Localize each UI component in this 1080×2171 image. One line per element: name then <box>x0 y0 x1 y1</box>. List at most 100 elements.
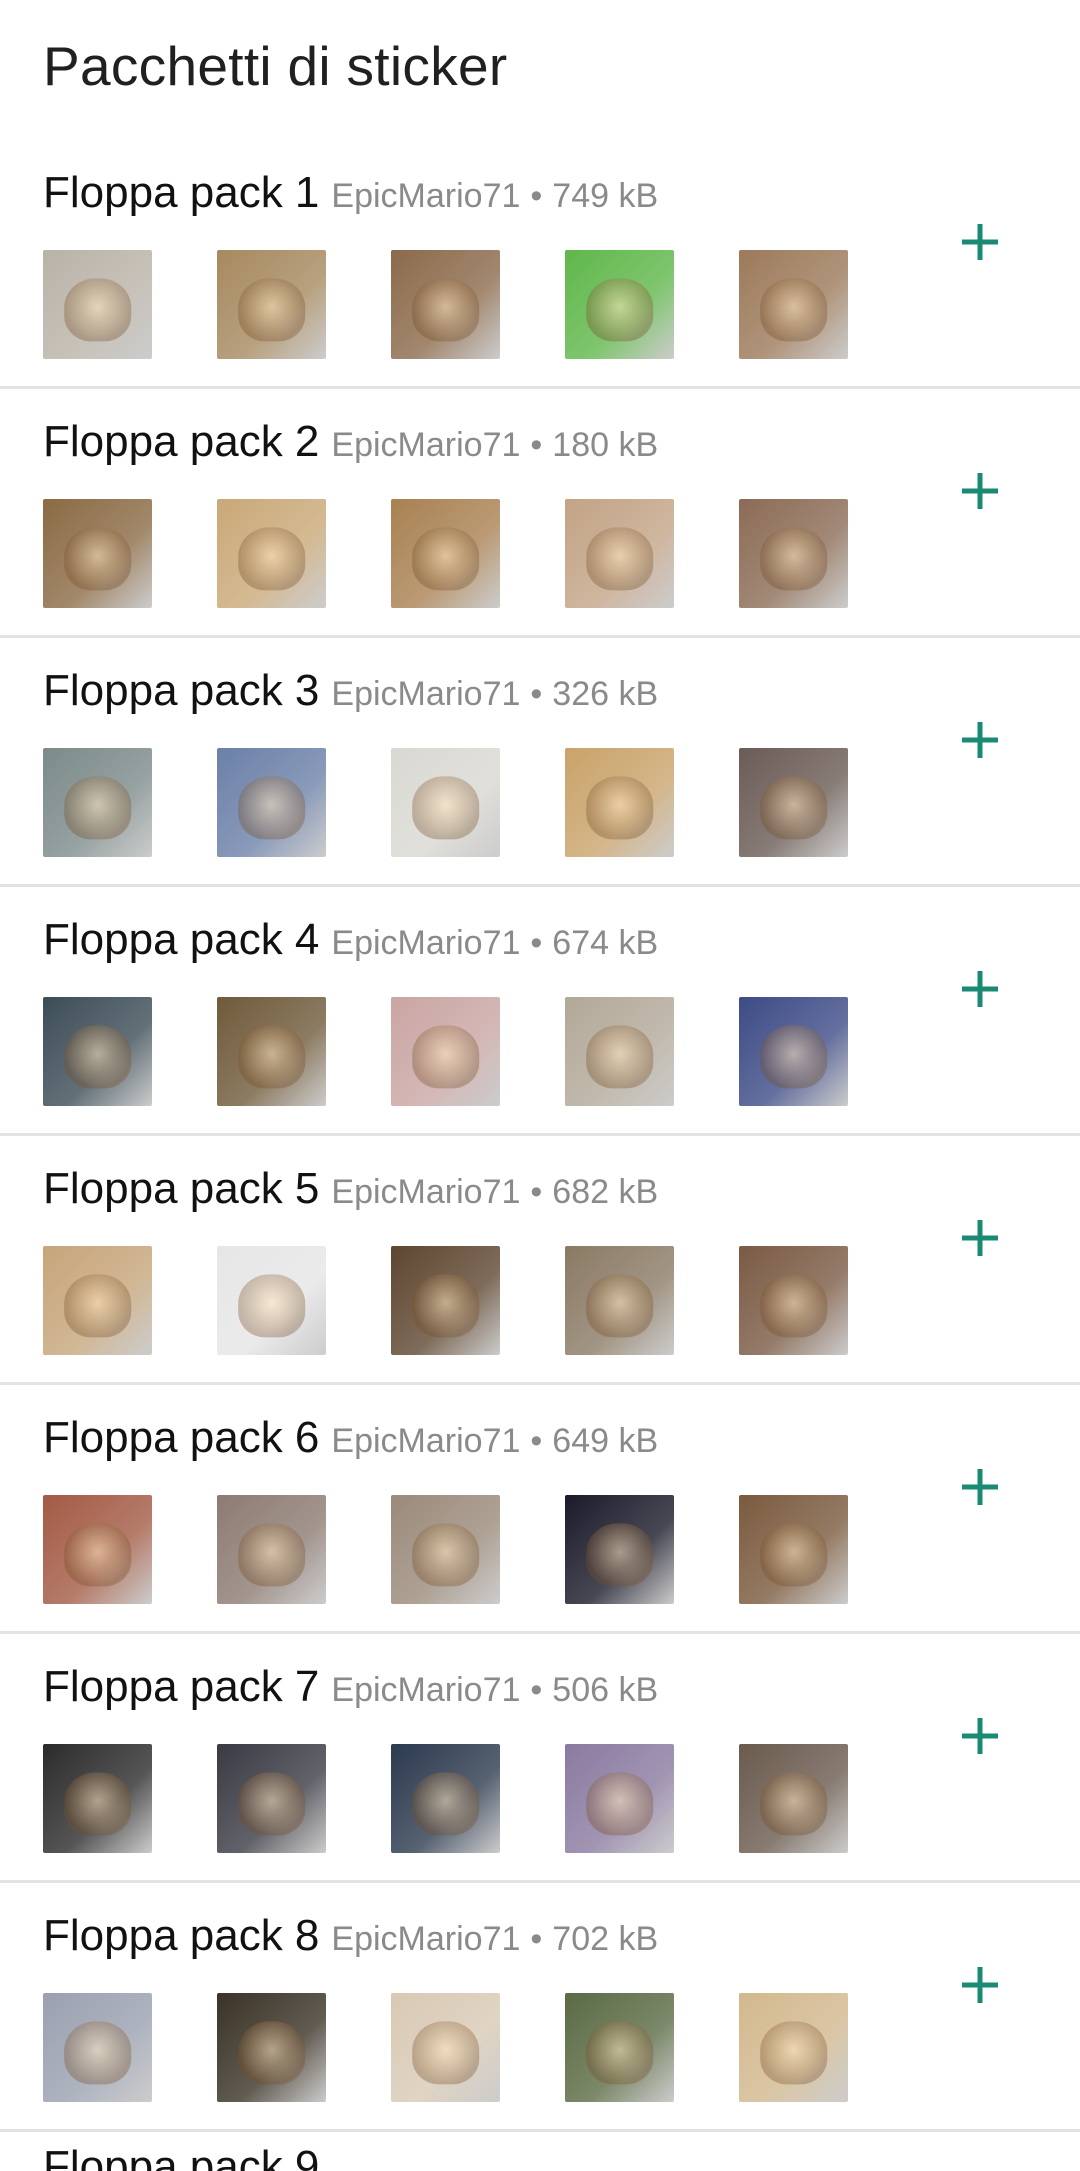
sticker-caracal-blue-wall <box>739 997 848 1106</box>
pack-author: EpicMario71 <box>331 1422 521 1460</box>
pack-size: 749 kB <box>552 177 659 215</box>
pack-author: EpicMario71 <box>331 1671 521 1709</box>
sticker-green-caracal-drawing <box>565 250 674 359</box>
separator-dot: • <box>530 924 543 962</box>
pack-author: EpicMario71 <box>331 1920 521 1958</box>
pack-row[interactable]: Floppa pack 4 EpicMario71 • 674 kB <box>0 887 1080 1136</box>
sticker-caracal-kitten <box>217 1744 326 1853</box>
pack-author: EpicMario71 <box>331 924 521 962</box>
sticker-caracal-face <box>217 250 326 359</box>
sticker-caracal-bottle <box>391 1246 500 1355</box>
pack-row[interactable]: Floppa pack 5 EpicMario71 • 682 kB <box>0 1136 1080 1385</box>
sticker-caracal-blue-bg <box>43 748 152 857</box>
sticker-caracal-face-dark <box>739 1246 848 1355</box>
pack-header: Floppa pack 5 EpicMario71 • 682 kB <box>43 1164 658 1214</box>
sticker-caracal-watermelon <box>217 997 326 1106</box>
sticker-caracal-lap <box>565 1744 674 1853</box>
page-title: Pacchetti di sticker <box>43 35 508 97</box>
sticker-preview-strip <box>43 250 848 359</box>
pack-row-partial[interactable]: Floppa pack 9 <box>0 2132 1080 2171</box>
plus-icon <box>962 722 998 758</box>
sticker-packs-screen: Pacchetti di sticker Floppa pack 1 EpicMa… <box>0 0 1080 2171</box>
sticker-caracal-lying <box>217 499 326 608</box>
pack-size: 506 kB <box>552 1671 659 1709</box>
pack-author: EpicMario71 <box>331 1173 521 1211</box>
plus-icon <box>962 1718 998 1754</box>
pack-meta: EpicMario71 • 326 kB <box>331 675 658 714</box>
pack-header: Floppa pack 8 EpicMario71 • 702 kB <box>43 1911 658 1961</box>
pack-header: Floppa pack 3 EpicMario71 • 326 kB <box>43 666 658 716</box>
pack-meta: EpicMario71 • 674 kB <box>331 924 658 963</box>
pack-row[interactable]: Floppa pack 1 EpicMario71 • 749 kB <box>0 140 1080 389</box>
pack-name: Floppa pack 1 <box>43 168 320 217</box>
plus-icon <box>962 971 998 1007</box>
pack-size: 649 kB <box>552 1422 659 1460</box>
separator-dot: • <box>530 675 543 713</box>
sticker-caracal-meme-awake <box>391 1495 500 1604</box>
pack-author: EpicMario71 <box>331 675 521 713</box>
pack-name: Floppa pack 9 <box>43 2142 320 2171</box>
sticker-caracal-blob <box>391 499 500 608</box>
sticker-caracal-astronaut <box>43 1993 152 2102</box>
pack-name: Floppa pack 5 <box>43 1164 320 1213</box>
pack-name: Floppa pack 3 <box>43 666 320 715</box>
separator-dot: • <box>530 1920 543 1958</box>
sticker-caracal-meme-red <box>43 1495 152 1604</box>
add-pack-button[interactable] <box>950 1955 1010 2015</box>
separator-dot: • <box>530 177 543 215</box>
sticker-preview-strip <box>43 1993 848 2102</box>
sticker-caracal-suit <box>43 1744 152 1853</box>
plus-icon <box>962 1220 998 1256</box>
sticker-caracal-microphone <box>565 997 674 1106</box>
sticker-caracal-chair <box>739 748 848 857</box>
pack-header: Floppa pack 2 EpicMario71 • 180 kB <box>43 417 658 467</box>
sticker-caracal-bed <box>739 1744 848 1853</box>
sticker-caracal-blanket <box>565 748 674 857</box>
pack-meta: EpicMario71 • 506 kB <box>331 1671 658 1710</box>
sticker-caracal-toys <box>391 997 500 1106</box>
pack-name: Floppa pack 4 <box>43 915 320 964</box>
add-pack-button[interactable] <box>950 461 1010 521</box>
pack-header: Floppa pack 4 EpicMario71 • 674 kB <box>43 915 658 965</box>
pack-list[interactable]: Floppa pack 1 EpicMario71 • 749 kB Floppa p… <box>0 140 1080 2132</box>
sticker-caracal-sunglasses <box>565 499 674 608</box>
sticker-caracal-cutout <box>43 499 152 608</box>
sticker-caracal-closeup-beige <box>739 1993 848 2102</box>
sticker-manga-panel <box>217 1246 326 1355</box>
pack-row[interactable]: Floppa pack 2 EpicMario71 • 180 kB <box>0 389 1080 638</box>
pack-row[interactable]: Floppa pack 8 EpicMario71 • 702 kB <box>0 1883 1080 2132</box>
pack-header: Floppa pack 7 EpicMario71 • 506 kB <box>43 1662 658 1712</box>
add-pack-button[interactable] <box>950 1706 1010 1766</box>
pack-meta: EpicMario71 • 649 kB <box>331 1422 658 1461</box>
sticker-caracal-closeup <box>739 250 848 359</box>
add-pack-button[interactable] <box>950 212 1010 272</box>
add-pack-button[interactable] <box>950 1208 1010 1268</box>
pack-name: Floppa pack 6 <box>43 1413 320 1462</box>
pack-size: 682 kB <box>552 1173 659 1211</box>
pack-row[interactable]: Floppa pack 7 EpicMario71 • 506 kB <box>0 1634 1080 1883</box>
sticker-professor-floppa <box>391 1993 500 2102</box>
sticker-caracal-demotivational <box>565 1495 674 1604</box>
pack-size: 702 kB <box>552 1920 659 1958</box>
sticker-caracal-plaid <box>565 1246 674 1355</box>
plus-icon <box>962 224 998 260</box>
pack-size: 180 kB <box>552 426 659 464</box>
pack-meta: EpicMario71 • 682 kB <box>331 1173 658 1212</box>
pack-row[interactable]: Floppa pack 6 EpicMario71 • 649 kB <box>0 1385 1080 1634</box>
pack-row[interactable]: Floppa pack 3 EpicMario71 • 326 kB <box>0 638 1080 887</box>
sticker-preview-strip <box>43 1744 848 1853</box>
pack-meta: EpicMario71 • 749 kB <box>331 177 658 216</box>
pack-header: Floppa pack 1 EpicMario71 • 749 kB <box>43 168 658 218</box>
sticker-caracal-meme-phone <box>739 1495 848 1604</box>
pack-header: Floppa pack 6 EpicMario71 • 649 kB <box>43 1413 658 1463</box>
pack-meta: EpicMario71 • 702 kB <box>331 1920 658 1959</box>
add-pack-button[interactable] <box>950 1457 1010 1517</box>
add-pack-button[interactable] <box>950 710 1010 770</box>
sticker-caracal-meme-uh <box>217 1495 326 1604</box>
plus-icon <box>962 1967 998 2003</box>
plus-icon <box>962 473 998 509</box>
sticker-preview-strip <box>43 499 848 608</box>
pack-size: 674 kB <box>552 924 659 962</box>
add-pack-button[interactable] <box>950 959 1010 1019</box>
pack-name: Floppa pack 7 <box>43 1662 320 1711</box>
